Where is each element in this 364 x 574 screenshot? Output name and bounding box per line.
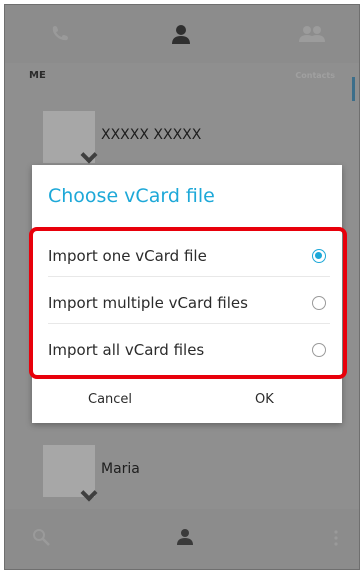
phone-icon[interactable] bbox=[49, 23, 73, 43]
divider bbox=[48, 276, 330, 277]
ok-button[interactable]: OK bbox=[255, 392, 274, 407]
bottom-action-bar bbox=[5, 509, 359, 569]
more-options-icon[interactable] bbox=[333, 529, 339, 551]
option-import-multiple[interactable]: Import multiple vCard files bbox=[48, 282, 330, 322]
option-label: Import multiple vCard files bbox=[48, 294, 248, 312]
top-tab-bar bbox=[5, 5, 359, 63]
contact-name-me[interactable]: XXXXX XXXXX bbox=[101, 127, 201, 143]
radio-selected-icon[interactable] bbox=[312, 249, 326, 263]
contact-name-maria[interactable]: Maria bbox=[101, 461, 140, 477]
option-label: Import all vCard files bbox=[48, 341, 205, 359]
radio-unselected-icon[interactable] bbox=[312, 296, 326, 310]
contacts-tab-icon[interactable] bbox=[169, 23, 193, 44]
scroll-indicator bbox=[352, 77, 355, 101]
me-section-header: ME bbox=[29, 70, 46, 81]
option-import-all[interactable]: Import all vCard files bbox=[48, 329, 330, 369]
dialog-title: Choose vCard file bbox=[48, 185, 215, 207]
choose-vcard-dialog: Choose vCard file Import one vCard file … bbox=[32, 165, 342, 423]
radio-unselected-icon[interactable] bbox=[312, 343, 326, 357]
groups-icon[interactable] bbox=[297, 23, 325, 43]
option-label: Import one vCard file bbox=[48, 247, 207, 265]
search-icon[interactable] bbox=[31, 527, 51, 551]
option-import-one[interactable]: Import one vCard file bbox=[48, 235, 330, 275]
cancel-button[interactable]: Cancel bbox=[88, 392, 132, 407]
divider bbox=[48, 323, 330, 324]
contacts-section-label: Contacts bbox=[295, 71, 335, 80]
add-contact-icon[interactable] bbox=[173, 527, 197, 551]
